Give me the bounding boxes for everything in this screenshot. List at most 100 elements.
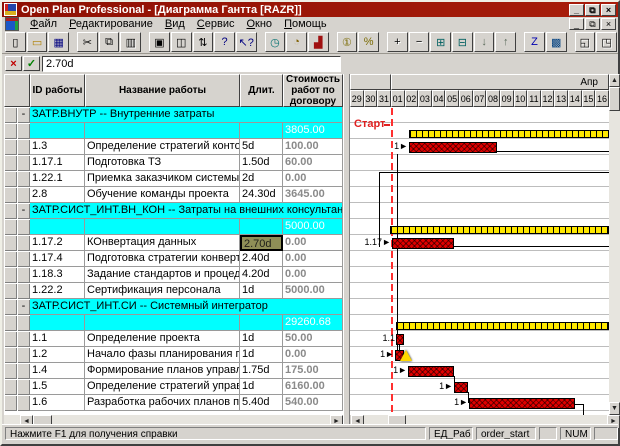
row-selector[interactable] bbox=[4, 267, 17, 283]
cascade-window-button[interactable]: ◱ bbox=[575, 32, 596, 52]
help-button[interactable]: ? bbox=[214, 32, 235, 52]
context-help-button[interactable]: ↖? bbox=[236, 32, 257, 52]
accept-edit-button[interactable]: ✓ bbox=[23, 56, 40, 71]
cell-duration[interactable]: 1d bbox=[240, 379, 283, 395]
new-document-button[interactable]: ▯ bbox=[5, 32, 26, 52]
cell-cost[interactable]: 100.00 bbox=[283, 139, 343, 155]
gantt-task-bar[interactable] bbox=[409, 142, 497, 153]
expand-nodes-button[interactable]: ⊞ bbox=[430, 32, 451, 52]
cell-name[interactable]: Определение стратегий контоля и отч bbox=[85, 139, 240, 155]
cell-duration[interactable]: 5d bbox=[240, 139, 283, 155]
cell-id[interactable] bbox=[30, 315, 85, 331]
cell-id[interactable]: 1.4 bbox=[30, 363, 85, 379]
cell-cost[interactable]: 6160.00 bbox=[283, 379, 343, 395]
cell-id[interactable] bbox=[30, 219, 85, 235]
cell-id[interactable] bbox=[30, 123, 85, 139]
cell-duration[interactable]: 1d bbox=[240, 347, 283, 363]
gantt-task-bar[interactable] bbox=[396, 334, 404, 345]
print-button[interactable]: ▣ bbox=[149, 32, 170, 52]
cell-name[interactable] bbox=[85, 315, 240, 331]
cell-id[interactable]: 1.2 bbox=[30, 347, 85, 363]
row-selector[interactable] bbox=[4, 395, 17, 411]
cell-duration[interactable]: 1d bbox=[240, 331, 283, 347]
remove-button[interactable]: − bbox=[409, 32, 430, 52]
cell-duration[interactable] bbox=[240, 315, 283, 331]
child-close-button[interactable]: × bbox=[601, 18, 616, 30]
group-row-title[interactable]: ЗАТР.СИСТ_ИНТ.СИ -- Системный интегратор bbox=[30, 299, 343, 315]
collapse-minus-icon[interactable]: - bbox=[17, 203, 30, 219]
collapse-nodes-button[interactable]: ⊟ bbox=[452, 32, 473, 52]
child-minimize-button[interactable]: _ bbox=[569, 18, 584, 30]
restore-button[interactable]: ⧉ bbox=[585, 4, 600, 16]
menu-file[interactable]: Файл bbox=[24, 18, 63, 30]
row-selector[interactable] bbox=[4, 123, 17, 139]
row-selector[interactable] bbox=[4, 107, 17, 123]
collapse-minus-icon[interactable]: - bbox=[17, 107, 30, 123]
row-selector[interactable] bbox=[4, 251, 17, 267]
row-selector[interactable] bbox=[4, 235, 17, 251]
cell-id[interactable]: 1.3 bbox=[30, 139, 85, 155]
cell-duration[interactable]: 24.30d bbox=[240, 187, 283, 203]
cell-cost[interactable]: 175.00 bbox=[283, 363, 343, 379]
cell-cost[interactable]: 0.00 bbox=[283, 235, 343, 251]
move-down-button[interactable]: ↓ bbox=[474, 32, 495, 52]
row-selector[interactable] bbox=[4, 219, 17, 235]
row-selector[interactable] bbox=[4, 299, 17, 315]
tile-window-button[interactable]: ◳ bbox=[596, 32, 617, 52]
layout-view-button[interactable]: ▩ bbox=[546, 32, 567, 52]
zigzag-view-button[interactable]: Z bbox=[524, 32, 545, 52]
cell-id[interactable]: 1.5 bbox=[30, 379, 85, 395]
cell-cost-summary[interactable]: 29260.68 bbox=[283, 315, 343, 331]
cell-name[interactable]: Приемка заказчиком системы клиент bbox=[85, 171, 240, 187]
resource-scheduling-button[interactable]: ◔ bbox=[286, 32, 307, 52]
group-row-title[interactable]: ЗАТР.СИСТ_ИНТ.ВН_КОН -- Затраты на внешн… bbox=[30, 203, 343, 219]
row-selector[interactable] bbox=[4, 283, 17, 299]
cell-duration[interactable]: 1.50d bbox=[240, 155, 283, 171]
scroll-up-icon[interactable]: ▲ bbox=[609, 74, 620, 87]
gantt-task-bar[interactable] bbox=[392, 238, 454, 249]
gantt-vscrollbar[interactable] bbox=[609, 74, 620, 415]
row-selector[interactable] bbox=[4, 187, 17, 203]
cell-name[interactable]: Формирование планов управления bbox=[85, 363, 240, 379]
gantt-task-bar[interactable] bbox=[454, 382, 468, 393]
child-restore-button[interactable]: ⧉ bbox=[585, 18, 600, 30]
cell-name[interactable]: Подготовка стратегии конвертации bbox=[85, 251, 240, 267]
cell-duration[interactable]: 1d bbox=[240, 283, 283, 299]
gantt-summary-bar[interactable] bbox=[396, 322, 609, 330]
cell-id[interactable]: 1.6 bbox=[30, 395, 85, 411]
cell-id[interactable]: 1.1 bbox=[30, 331, 85, 347]
cell-id[interactable]: 1.17.2 bbox=[30, 235, 85, 251]
paste-button[interactable]: ▥ bbox=[120, 32, 141, 52]
cell-name[interactable]: Сертификация персонала bbox=[85, 283, 240, 299]
vscroll-thumb[interactable] bbox=[609, 87, 620, 111]
menu-edit[interactable]: Редактирование bbox=[63, 18, 159, 30]
histogram-button[interactable]: ▟ bbox=[308, 32, 329, 52]
cancel-edit-button[interactable]: × bbox=[5, 56, 22, 71]
column-header-duration[interactable]: Длит. bbox=[240, 74, 283, 107]
cell-name[interactable]: Обучение команды проекта bbox=[85, 187, 240, 203]
gantt-task-bar[interactable] bbox=[408, 366, 454, 377]
cell-value-input[interactable] bbox=[42, 56, 341, 72]
gantt-task-bar[interactable] bbox=[469, 398, 575, 409]
add-button[interactable]: + bbox=[387, 32, 408, 52]
cell-cost[interactable]: 60.00 bbox=[283, 155, 343, 171]
cell-cost[interactable]: 0.00 bbox=[283, 251, 343, 267]
cell-id[interactable]: 1.22.2 bbox=[30, 283, 85, 299]
cell-duration[interactable]: 1.75d bbox=[240, 363, 283, 379]
column-header-cost[interactable]: Стоимость работ по договору bbox=[283, 74, 343, 107]
cell-duration[interactable]: 4.20d bbox=[240, 267, 283, 283]
row-selector[interactable] bbox=[4, 203, 17, 219]
cell-cost-summary[interactable]: 5000.00 bbox=[283, 219, 343, 235]
collapse-minus-icon[interactable]: - bbox=[17, 299, 30, 315]
row-selector[interactable] bbox=[4, 331, 17, 347]
row-selector[interactable] bbox=[4, 315, 17, 331]
cell-cost-summary[interactable]: 3805.00 bbox=[283, 123, 343, 139]
minimize-button[interactable]: _ bbox=[569, 4, 584, 16]
cost-button[interactable]: ① bbox=[337, 32, 358, 52]
open-button[interactable]: ▭ bbox=[27, 32, 48, 52]
cell-name[interactable]: Определение проекта bbox=[85, 331, 240, 347]
cell-duration-selected[interactable]: 2.70d bbox=[240, 235, 283, 251]
column-header-id[interactable]: ID работы bbox=[30, 74, 85, 107]
cell-name[interactable]: Подготовка ТЗ bbox=[85, 155, 240, 171]
cell-duration[interactable] bbox=[240, 123, 283, 139]
